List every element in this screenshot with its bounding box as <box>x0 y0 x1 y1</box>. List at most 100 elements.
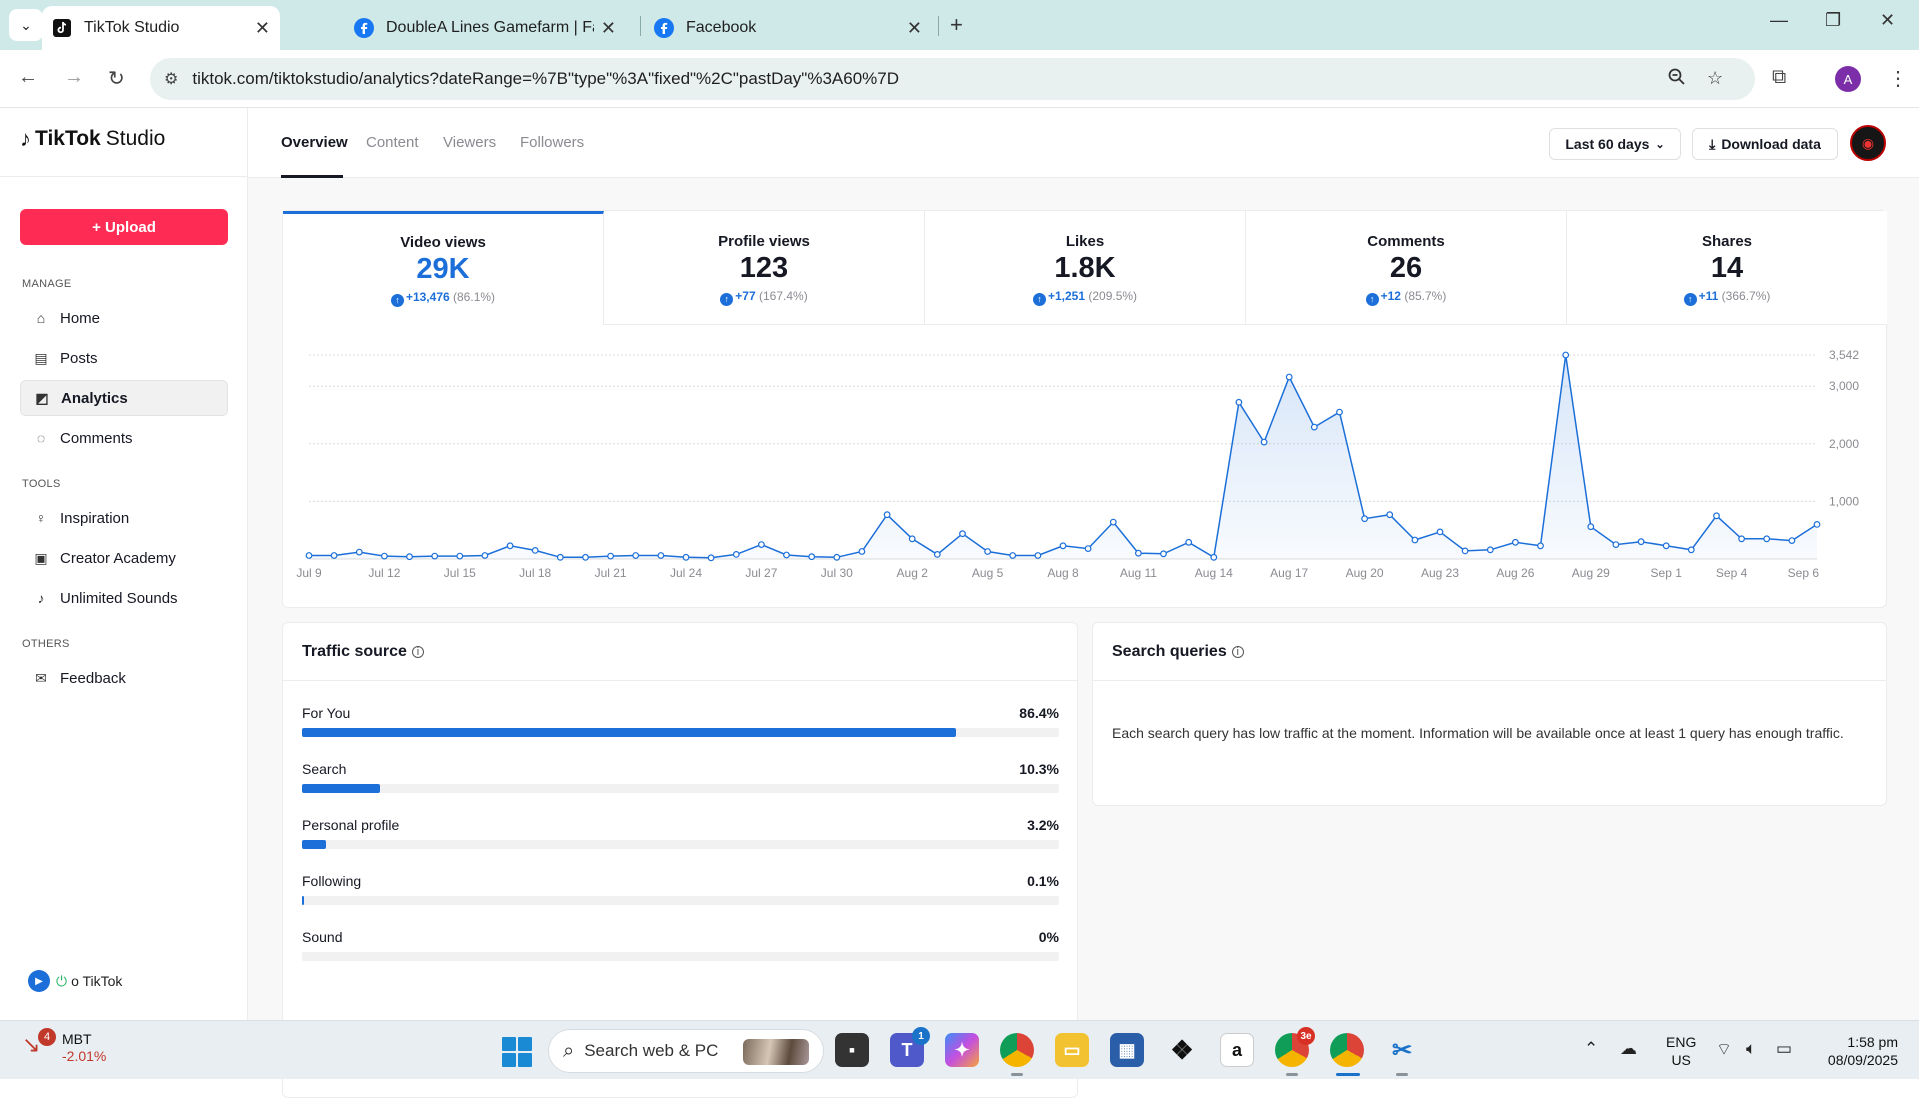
tab-title: TikTok Studio <box>84 19 180 36</box>
minimize-icon[interactable]: — <box>1770 10 1788 31</box>
chevron-up-icon[interactable]: ⌃ <box>1584 1039 1598 1059</box>
tab-overview[interactable]: Overview <box>281 134 348 151</box>
browser-tab-facebook[interactable]: Facebook ✕ <box>644 6 932 50</box>
metric-profile-views[interactable]: Profile views 123 ↑ +77 (167.4%) <box>604 211 925 325</box>
tab-content[interactable]: Content <box>366 134 419 151</box>
sidebar-item-analytics[interactable]: ◩ Analytics <box>20 380 228 416</box>
sidebar-item-feedback[interactable]: ✉ Feedback <box>20 660 228 696</box>
info-icon[interactable]: i <box>1231 645 1244 658</box>
wifi-icon[interactable]: ⌔ <box>1716 1039 1732 1060</box>
new-tab-plus-icon[interactable]: + <box>950 12 963 38</box>
progress-track <box>302 840 1059 849</box>
amazon-icon[interactable]: a <box>1220 1033 1254 1067</box>
date-range-dropdown[interactable]: Last 60 days ⌄ <box>1549 128 1681 160</box>
metric-comments[interactable]: Comments 26 ↑ +12 (85.7%) <box>1246 211 1567 325</box>
info-icon[interactable]: i <box>411 645 424 658</box>
task-view-icon[interactable]: ▪ <box>835 1033 869 1067</box>
delta-value: +11 <box>1698 289 1719 303</box>
metric-delta: ↑ +11 (366.7%) <box>1567 289 1887 306</box>
traffic-source-label: Following <box>302 873 362 889</box>
traffic-source-label: Sound <box>302 929 343 945</box>
extensions-icon[interactable]: ⧉ <box>1772 66 1786 89</box>
data-point <box>431 552 439 560</box>
tab-viewers[interactable]: Viewers <box>443 134 496 151</box>
close-tab-icon[interactable]: ✕ <box>907 18 922 39</box>
more-menu-icon[interactable]: ⋮ <box>1888 66 1908 91</box>
battery-icon[interactable]: ▭ <box>1776 1039 1792 1059</box>
windows-taskbar: ↘ 4 MBT -2.01% ⌕ Search web & PC ▪ T1 ✦ ▭… <box>0 1020 1919 1079</box>
close-tab-icon[interactable]: ✕ <box>255 18 270 39</box>
volume-icon[interactable]: 🔈︎ <box>1746 1039 1756 1059</box>
sidebar-item-unlimited-sounds[interactable]: ♪ Unlimited Sounds <box>20 580 228 616</box>
download-label: Download data <box>1721 136 1821 152</box>
section-label-manage: MANAGE <box>22 278 72 290</box>
stock-chart-icon: ↘ 4 <box>22 1028 56 1064</box>
taskbar-search-box[interactable]: ⌕ Search web & PC <box>548 1029 824 1073</box>
data-point <box>657 552 665 559</box>
upload-button[interactable]: + Upload <box>20 209 228 245</box>
chrome-active-icon[interactable] <box>1330 1033 1364 1076</box>
url-text[interactable]: tiktok.com/tiktokstudio/analytics?dateRa… <box>192 69 899 89</box>
section-label-tools: TOOLS <box>22 478 61 490</box>
close-tab-icon[interactable]: ✕ <box>601 18 616 39</box>
language-indicator[interactable]: ENG US <box>1666 1033 1696 1069</box>
browser-tab-tiktok[interactable]: TikTok Studio ✕ <box>42 6 280 50</box>
file-explorer-icon[interactable]: ▭ <box>1055 1033 1089 1067</box>
stock-badge: 4 <box>38 1028 56 1046</box>
tab-followers[interactable]: Followers <box>520 134 584 151</box>
windows-start-icon[interactable] <box>502 1037 532 1067</box>
reload-icon[interactable]: ↻ <box>108 66 125 91</box>
switch-to-tiktok-link[interactable]: ▶ ⏻ o TikTok <box>28 970 122 992</box>
tab-search-button[interactable]: ⌄ <box>9 9 43 41</box>
data-point <box>1763 535 1771 543</box>
restore-icon[interactable]: ❐ <box>1825 10 1841 31</box>
video-views-chart[interactable]: 1,000 2,000 3,000 3,542 Jul 9 Jul 12 Jul 15 Jul… <box>283 325 1888 609</box>
x-tick-label: Aug 2 <box>897 566 929 580</box>
sidebar-item-inspiration[interactable]: ♀ Inspiration <box>20 500 228 536</box>
sidebar-item-home[interactable]: ⌂ Home <box>20 300 228 336</box>
zoom-icon[interactable] <box>1668 68 1686 91</box>
sidebar-item-label: Inspiration <box>60 509 130 527</box>
metric-video-views[interactable]: Video views 29K ↑ +13,476 (86.1%) <box>283 211 604 325</box>
address-bar[interactable]: ⚙ tiktok.com/tiktokstudio/analytics?date… <box>150 58 1755 100</box>
dropbox-icon[interactable]: ❖ <box>1165 1033 1199 1067</box>
data-point <box>1511 538 1519 546</box>
microsoft-store-icon[interactable]: ▦ <box>1110 1033 1144 1067</box>
traffic-source-percent: 86.4% <box>1019 705 1059 721</box>
delta-value: +12 <box>1380 289 1401 303</box>
browser-profile-avatar[interactable]: A <box>1835 66 1861 92</box>
data-point <box>330 552 338 559</box>
delta-percent: (85.7%) <box>1404 289 1447 303</box>
data-point <box>1386 511 1394 519</box>
bookmark-star-icon[interactable]: ☆ <box>1707 68 1723 89</box>
data-point <box>1486 546 1494 554</box>
chrome-profile-icon[interactable] <box>1000 1033 1034 1076</box>
metric-shares[interactable]: Shares 14 ↑ +11 (366.7%) <box>1567 211 1887 325</box>
copilot-icon[interactable]: ✦ <box>945 1033 979 1067</box>
x-tick-label: Aug 5 <box>972 566 1004 580</box>
forward-arrow-icon[interactable]: → <box>64 66 84 89</box>
data-point <box>1813 520 1821 528</box>
progress-fill <box>302 840 327 849</box>
stock-widget[interactable]: ↘ 4 MBT -2.01% <box>22 1028 106 1065</box>
system-clock[interactable]: 1:58 pm 08/09/2025 <box>1812 1033 1898 1069</box>
sidebar-item-creator-academy[interactable]: ▣ Creator Academy <box>20 540 228 576</box>
sidebar-item-posts[interactable]: ▤ Posts <box>20 340 228 376</box>
snipping-tool-icon[interactable]: ✂ <box>1385 1033 1419 1076</box>
teams-badge: 1 <box>912 1027 930 1045</box>
data-point <box>506 542 514 550</box>
back-arrow-icon[interactable]: ← <box>18 66 38 89</box>
traffic-source-percent: 0% <box>1038 929 1059 945</box>
metric-value: 1.8K <box>1054 252 1116 284</box>
account-avatar[interactable]: ◉ <box>1850 125 1886 161</box>
teams-icon[interactable]: T1 <box>890 1027 930 1067</box>
onedrive-icon[interactable]: ☁ <box>1620 1039 1637 1059</box>
tiktok-studio-logo[interactable]: ♪ TikTok Studio <box>20 126 165 152</box>
chrome-icon[interactable]: 3e <box>1275 1027 1315 1076</box>
sidebar-item-comments[interactable]: ◌ Comments <box>20 420 228 456</box>
metric-likes[interactable]: Likes 1.8K ↑ +1,251 (209.5%) <box>925 211 1246 325</box>
download-data-button[interactable]: ⤓ Download data <box>1692 128 1838 160</box>
site-info-icon[interactable]: ⚙ <box>164 69 178 89</box>
close-window-icon[interactable]: ✕ <box>1880 10 1895 31</box>
browser-tab-doublea[interactable]: DoubleA Lines Gamefarm | Face ✕ <box>344 6 626 50</box>
